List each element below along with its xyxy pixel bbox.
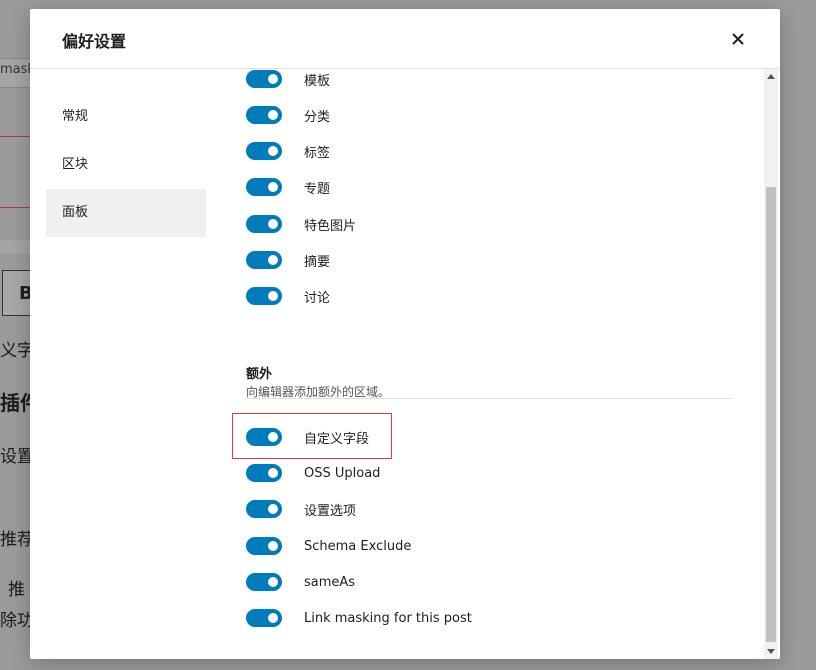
toggle-label: 特色图片 <box>304 218 357 234</box>
close-icon <box>732 33 744 45</box>
toggle-switch[interactable] <box>246 573 282 591</box>
toggle-label: sameAs <box>304 574 356 590</box>
panel-toggle-row: 模板 <box>246 69 330 89</box>
toggle-label: 分类 <box>304 109 331 125</box>
toggle-switch[interactable] <box>246 215 282 233</box>
toggle-label: OSS Upload <box>304 465 381 481</box>
toggle-switch[interactable] <box>246 464 282 482</box>
toggle-label: 专题 <box>304 181 331 197</box>
extra-toggle-row: 设置选项 <box>246 499 356 519</box>
toggle-label: 摘要 <box>304 254 331 270</box>
background-text: 推荐 <box>0 530 34 550</box>
highlight-box <box>232 413 392 459</box>
toggle-label: 设置选项 <box>304 503 357 519</box>
toggle-switch[interactable] <box>246 178 282 196</box>
background-text: 推 <box>8 580 25 600</box>
modal-title: 偏好设置 <box>62 32 127 51</box>
extra-toggle-row: sameAs <box>246 572 355 592</box>
toggle-switch[interactable] <box>246 609 282 627</box>
extra-toggle-row: Schema Exclude <box>246 536 411 556</box>
toggle-switch[interactable] <box>246 70 282 88</box>
extra-toggle-row: Link masking for this post <box>246 608 472 628</box>
sidebar-item-panels[interactable]: 面板 <box>46 189 206 237</box>
background-box <box>0 136 31 208</box>
section-title-extra: 额外 <box>246 367 273 382</box>
toggle-label: Schema Exclude <box>304 538 412 554</box>
preferences-modal: 偏好设置 常规 区块 面板 模板 分类 标签 专题 特色图片 摘要 讨论 额外 … <box>30 9 780 659</box>
toggle-switch[interactable] <box>246 537 282 555</box>
toggle-switch[interactable] <box>246 251 282 269</box>
panel-toggle-row: 标签 <box>246 141 330 161</box>
toggle-switch[interactable] <box>246 500 282 518</box>
sidebar-item-blocks[interactable]: 区块 <box>46 141 206 189</box>
panel-toggle-row: 摘要 <box>246 250 330 270</box>
scroll-up-icon[interactable] <box>767 74 775 79</box>
panel-toggle-row: 讨论 <box>246 286 330 306</box>
preferences-sidebar: 常规 区块 面板 <box>46 93 206 237</box>
toggle-label: Link masking for this post <box>304 610 472 626</box>
scroll-thumb[interactable] <box>766 187 776 642</box>
toggle-label: 标签 <box>304 145 331 161</box>
toggle-switch[interactable] <box>246 106 282 124</box>
scroll-down-icon[interactable] <box>767 649 775 654</box>
sidebar-item-general[interactable]: 常规 <box>46 93 206 141</box>
panel-toggle-row: 特色图片 <box>246 214 356 234</box>
section-divider <box>246 398 732 399</box>
scrollbar[interactable] <box>764 69 778 659</box>
extra-toggle-row: OSS Upload <box>246 463 380 483</box>
background-text: 设置 <box>0 447 34 467</box>
panel-toggle-row: 分类 <box>246 105 330 125</box>
toggle-label: 讨论 <box>304 290 331 306</box>
panel-toggle-row: 专题 <box>246 177 330 197</box>
toggle-label: 模板 <box>304 73 331 89</box>
toggle-switch[interactable] <box>246 142 282 160</box>
close-button[interactable] <box>726 27 750 51</box>
toggle-switch[interactable] <box>246 287 282 305</box>
modal-header: 偏好设置 <box>30 9 780 69</box>
panels-content: 模板 分类 标签 专题 特色图片 摘要 讨论 额外 向编辑器添加额外的区域。 自… <box>246 69 764 659</box>
